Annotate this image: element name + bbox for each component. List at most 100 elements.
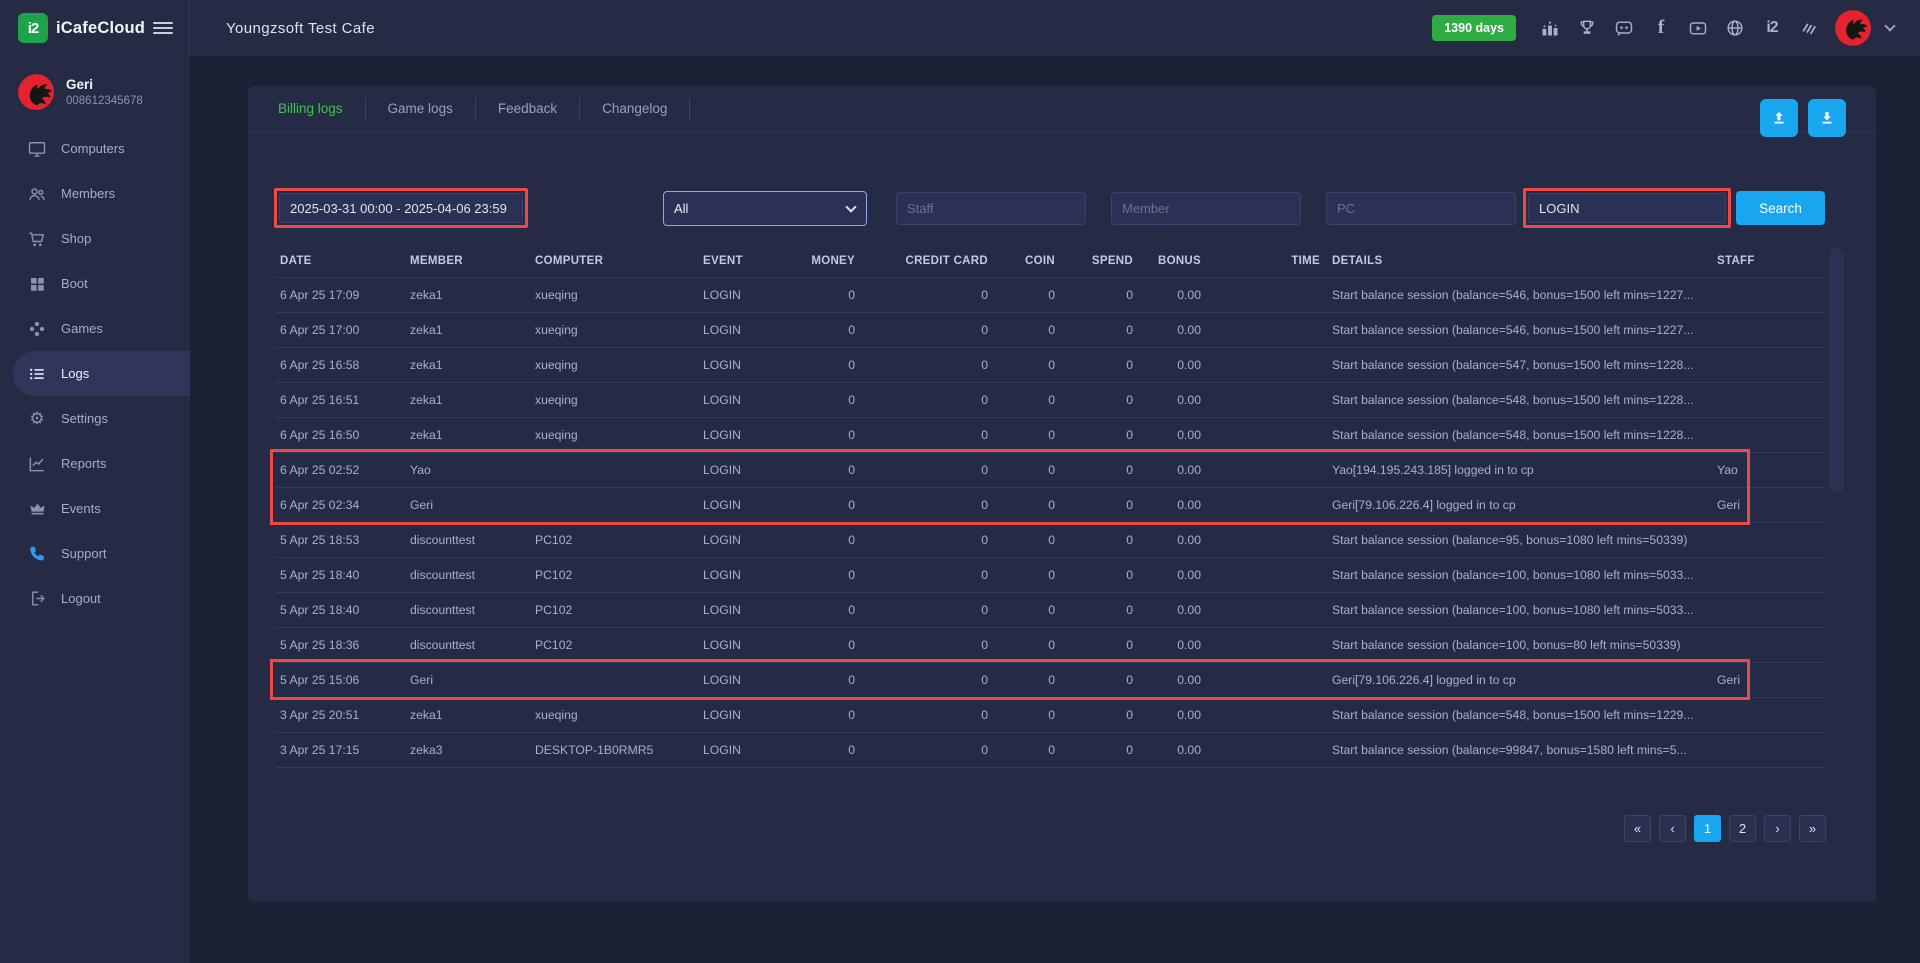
cell-date: 5 Apr 25 18:40 xyxy=(276,557,406,592)
pagination-first[interactable]: « xyxy=(1624,815,1651,842)
sidebar-item-logout[interactable]: Logout xyxy=(0,576,190,621)
cell-bonus: 0.00 xyxy=(1141,347,1209,382)
discord-icon[interactable] xyxy=(1613,17,1635,39)
globe-icon[interactable] xyxy=(1724,17,1746,39)
sidebar-item-support[interactable]: Support xyxy=(0,531,190,576)
cell-staff xyxy=(1713,732,1824,767)
pagination-prev[interactable]: ‹ xyxy=(1659,815,1686,842)
chevron-down-icon[interactable] xyxy=(1884,20,1895,31)
ranking-icon[interactable] xyxy=(1539,17,1561,39)
cell-computer: PC102 xyxy=(531,592,699,627)
cell-details: Start balance session (balance=95, bonus… xyxy=(1328,522,1713,557)
user-avatar[interactable] xyxy=(1835,10,1871,46)
cell-time xyxy=(1209,417,1328,452)
cell-credit_card: 0 xyxy=(863,487,996,522)
cell-time xyxy=(1209,452,1328,487)
cell-coin: 0 xyxy=(996,347,1063,382)
cell-coin: 0 xyxy=(996,557,1063,592)
cell-computer xyxy=(531,487,699,522)
facebook-icon[interactable]: f xyxy=(1650,17,1672,39)
cell-member: discounttest xyxy=(406,522,531,557)
cell-bonus: 0.00 xyxy=(1141,732,1209,767)
cell-computer: xueqing xyxy=(531,312,699,347)
table-row: 3 Apr 25 20:51zeka1xueqingLOGIN00000.00S… xyxy=(276,697,1824,732)
cell-staff xyxy=(1713,277,1824,312)
table-row: 6 Apr 25 02:52YaoLOGIN00000.00Yao[194.19… xyxy=(276,452,1824,487)
cell-spend: 0 xyxy=(1063,697,1141,732)
cell-credit_card: 0 xyxy=(863,452,996,487)
hamburger-menu-icon[interactable] xyxy=(153,19,173,37)
pagination-last[interactable]: » xyxy=(1799,815,1826,842)
sidebar-item-computers[interactable]: Computers xyxy=(0,126,190,171)
cell-computer: xueqing xyxy=(531,382,699,417)
column-header-money: MONEY xyxy=(796,245,863,277)
cell-money: 0 xyxy=(796,382,863,417)
license-days-badge[interactable]: 1390 days xyxy=(1432,15,1516,41)
sidebar-item-logs[interactable]: Logs xyxy=(13,351,190,396)
cell-bonus: 0.00 xyxy=(1141,592,1209,627)
date-range-input[interactable] xyxy=(279,193,523,223)
crown-icon xyxy=(26,498,48,520)
filter-row: All Search xyxy=(274,189,1876,227)
icafecloud-icon[interactable]: i2 xyxy=(1761,17,1783,39)
cell-bonus: 0.00 xyxy=(1141,557,1209,592)
table-row: 6 Apr 25 16:51zeka1xueqingLOGIN00000.00S… xyxy=(276,382,1824,417)
keyword-input[interactable] xyxy=(1528,193,1726,223)
cell-time xyxy=(1209,592,1328,627)
cell-computer: xueqing xyxy=(531,697,699,732)
cell-money: 0 xyxy=(796,277,863,312)
sidebar-avatar[interactable] xyxy=(18,74,54,110)
sidebar-item-shop[interactable]: Shop xyxy=(0,216,190,261)
cell-event: LOGIN xyxy=(699,662,796,697)
cell-computer: PC102 xyxy=(531,557,699,592)
sidebar-item-events[interactable]: Events xyxy=(0,486,190,531)
cell-credit_card: 0 xyxy=(863,557,996,592)
sidebar-item-boot[interactable]: Boot xyxy=(0,261,190,306)
youtube-icon[interactable] xyxy=(1687,17,1709,39)
tab-game-logs[interactable]: Game logs xyxy=(366,98,476,120)
cell-bonus: 0.00 xyxy=(1141,522,1209,557)
cell-money: 0 xyxy=(796,557,863,592)
cell-credit_card: 0 xyxy=(863,417,996,452)
youngzsoft-icon[interactable] xyxy=(1798,17,1820,39)
sidebar-item-settings[interactable]: ⚙ Settings xyxy=(0,396,190,441)
monitor-icon xyxy=(26,138,48,160)
cell-details: Start balance session (balance=548, bonu… xyxy=(1328,697,1713,732)
sidebar-item-games[interactable]: Games xyxy=(0,306,190,351)
table-scrollbar[interactable] xyxy=(1829,248,1844,493)
tab-changelog[interactable]: Changelog xyxy=(580,98,690,120)
search-button[interactable]: Search xyxy=(1736,191,1825,225)
pagination-page-2[interactable]: 2 xyxy=(1729,815,1756,842)
member-input[interactable] xyxy=(1111,192,1301,225)
pagination-page-1[interactable]: 1 xyxy=(1694,815,1721,842)
cell-details: Geri[79.106.226.4] logged in to cp xyxy=(1328,487,1713,522)
pagination-next[interactable]: › xyxy=(1764,815,1791,842)
cell-member: zeka1 xyxy=(406,382,531,417)
sidebar-item-reports[interactable]: Reports xyxy=(0,441,190,486)
staff-input[interactable] xyxy=(896,192,1086,225)
sidebar-item-label: Events xyxy=(61,501,101,516)
cell-bonus: 0.00 xyxy=(1141,452,1209,487)
cell-staff xyxy=(1713,557,1824,592)
event-select-wrap: All xyxy=(663,191,867,226)
upload-button[interactable] xyxy=(1760,99,1798,137)
cell-money: 0 xyxy=(796,662,863,697)
cell-coin: 0 xyxy=(996,592,1063,627)
tab-billing-logs[interactable]: Billing logs xyxy=(278,98,366,120)
event-type-select[interactable]: All xyxy=(663,191,867,226)
cell-staff: Yao xyxy=(1713,452,1824,487)
cell-event: LOGIN xyxy=(699,277,796,312)
cell-money: 0 xyxy=(796,452,863,487)
cell-time xyxy=(1209,732,1328,767)
cell-spend: 0 xyxy=(1063,592,1141,627)
column-header-bonus: BONUS xyxy=(1141,245,1209,277)
pc-input[interactable] xyxy=(1326,192,1516,225)
cell-time xyxy=(1209,627,1328,662)
trophy-icon[interactable] xyxy=(1576,17,1598,39)
download-button[interactable] xyxy=(1808,99,1846,137)
cell-money: 0 xyxy=(796,627,863,662)
logout-icon xyxy=(26,588,48,610)
tab-feedback[interactable]: Feedback xyxy=(476,98,580,120)
sidebar-item-members[interactable]: Members xyxy=(0,171,190,216)
cell-member: discounttest xyxy=(406,557,531,592)
